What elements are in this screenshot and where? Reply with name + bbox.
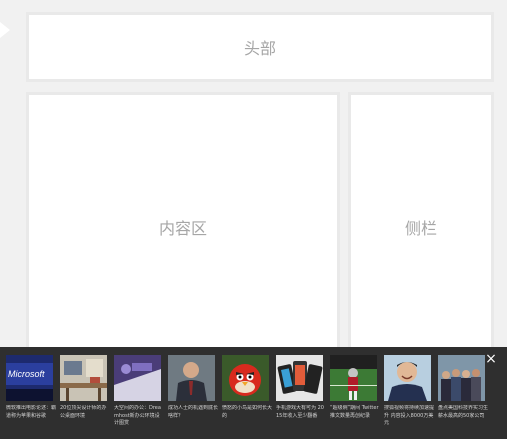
news-item[interactable]: 20位顶尖设计师的办公桌面环境 [60,355,110,420]
svg-text:Microsoft: Microsoft [8,369,45,379]
news-caption: 20位顶尖设计师的办公桌面环境 [60,405,107,419]
news-caption: 微软推出电影论述：霸道称为苹果和谷歌 [6,405,56,419]
news-item[interactable]: 愤怒的小鸟是如何长大的 [222,355,272,420]
news-caption: 大空间的办公：Dreamhost新办公环境设计图赏 [114,405,161,426]
news-thumbnail[interactable] [60,355,107,401]
side-tab-notch [0,22,10,38]
news-caption: “超级碗”期间 Twitter推文数量再创纪录 [330,405,379,419]
news-thumbnail[interactable] [384,355,431,401]
header-label: 头部 [243,39,276,58]
news-caption: 手机游戏大有可为 2015年收入至少翻番 [276,405,324,419]
news-bar: × Microsoft 微软推出电影论述：霸道称为苹果和谷歌 20位顶尖设计师的… [0,347,507,439]
news-thumbnail[interactable] [222,355,269,401]
sidebar-label: 侧栏 [404,219,437,238]
news-item[interactable]: Microsoft 微软推出电影论述：霸道称为苹果和谷歌 [6,355,56,420]
news-item[interactable]: “超级碗”期间 Twitter推文数量再创纪录 [330,355,380,420]
news-caption: 盘点美国科技界实习生薪水最高的50家公司 [438,405,488,419]
news-thumbnail[interactable] [276,355,323,401]
news-thumbnail[interactable] [114,355,161,401]
content-label: 内容区 [158,219,207,238]
news-thumbnail[interactable] [330,355,377,401]
page: 头部 内容区 侧栏 × Microsoft 微软推出电影论述：霸道称为苹果和谷歌 [0,0,507,439]
news-caption: 成功人士的机遇到底长啥样？ [168,405,218,419]
news-caption: 愤怒的小鸟是如何长大的 [222,405,272,419]
header-block: 头部 [26,12,494,82]
news-caption: 搜狐视频将持续加速提升 内容投入8000万美元 [384,405,434,426]
content-block: 内容区 [26,92,340,362]
news-thumbnail[interactable]: Microsoft [6,355,53,401]
news-thumbnail[interactable] [438,355,485,401]
news-thumbnail[interactable] [168,355,215,401]
news-item[interactable]: 成功人士的机遇到底长啥样？ [168,355,218,420]
news-item[interactable]: 大空间的办公：Dreamhost新办公环境设计图赏 [114,355,164,428]
news-item[interactable]: 盘点美国科技界实习生薪水最高的50家公司 [438,355,488,420]
sidebar-block: 侧栏 [348,92,494,362]
news-item[interactable]: 搜狐视频将持续加速提升 内容投入8000万美元 [384,355,434,428]
news-item[interactable]: 手机游戏大有可为 2015年收入至少翻番 [276,355,326,420]
